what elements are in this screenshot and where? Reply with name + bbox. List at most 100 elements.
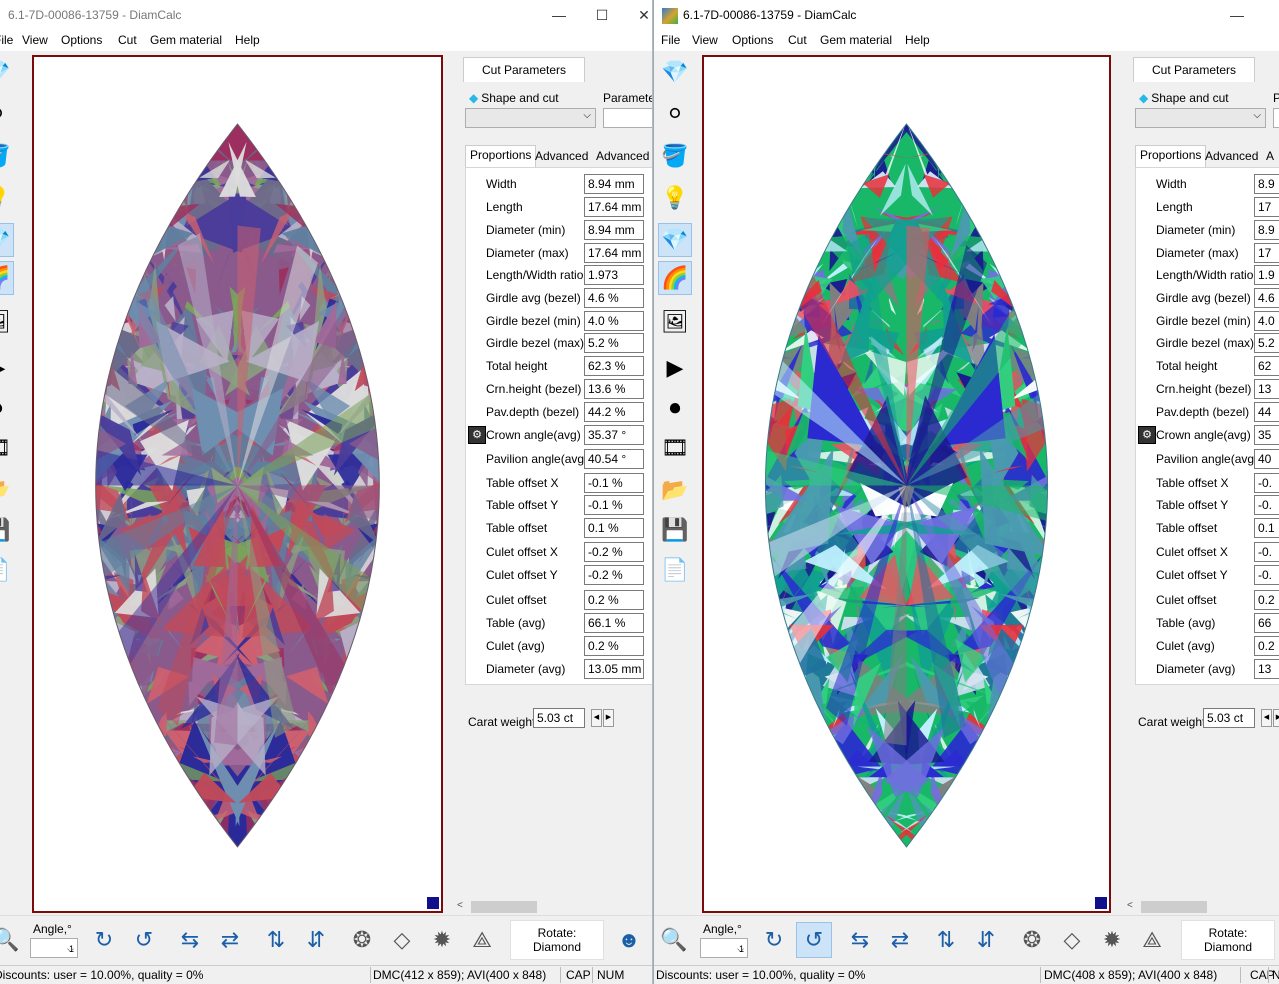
flip-h-icon[interactable]: ⇆: [172, 922, 208, 958]
proportion-value-field[interactable]: 17.64 mm: [584, 197, 644, 217]
proportion-value-field[interactable]: 4.0: [1254, 311, 1279, 331]
menu-cut[interactable]: Cut: [788, 33, 807, 47]
flip-v-icon[interactable]: ⇅: [258, 922, 294, 958]
proportion-value-field[interactable]: 17: [1254, 243, 1279, 263]
zoom-icon[interactable]: 🔍: [656, 922, 692, 958]
proportion-value-field[interactable]: 8.9: [1254, 220, 1279, 240]
minimize-icon[interactable]: —: [1224, 4, 1250, 26]
bottom-view-icon[interactable]: ✹: [424, 922, 460, 958]
tab-advanced[interactable]: Advanced: [1201, 147, 1262, 167]
diamond-view-icon[interactable]: 💎: [658, 55, 692, 89]
scroll-left-icon[interactable]: <: [457, 900, 463, 911]
rotate-mode-box[interactable]: Rotate: Diamond: [1181, 920, 1275, 960]
diamond-light-icon[interactable]: ⚪: [0, 97, 14, 131]
user-rotate-icon[interactable]: ☻: [611, 922, 647, 958]
angle-select[interactable]: 1 ⌵: [700, 938, 748, 958]
spectrum-icon[interactable]: 🌈: [658, 261, 692, 295]
angle-select[interactable]: 1 ⌵: [30, 938, 78, 958]
top-view-icon[interactable]: ❂: [1014, 922, 1050, 958]
proportion-value-field[interactable]: 66.1 %: [584, 613, 644, 633]
proportion-value-field[interactable]: 13: [1254, 379, 1279, 399]
pavilion-view-icon[interactable]: ⟁: [1134, 922, 1170, 958]
diamond-light-icon[interactable]: ⚪: [658, 97, 692, 131]
play-video-icon[interactable]: ▶: [0, 351, 14, 385]
scroll-thumb[interactable]: [471, 901, 537, 913]
carat-weight-field[interactable]: 5.03 ct: [533, 708, 585, 728]
diamond-color-icon[interactable]: 💎: [0, 223, 14, 257]
tab-proportions[interactable]: Proportions: [1135, 145, 1207, 167]
proportion-value-field[interactable]: 17: [1254, 197, 1279, 217]
parameter-field[interactable]: [1273, 108, 1279, 128]
play-video-icon[interactable]: ▶: [658, 351, 692, 385]
horizontal-scrollbar[interactable]: <: [453, 899, 652, 915]
diamond-photo-icon[interactable]: 🖼: [0, 305, 14, 339]
spin-right-icon[interactable]: ▶: [1273, 709, 1279, 727]
proportion-value-field[interactable]: 0.1: [1254, 518, 1279, 538]
proportion-value-field[interactable]: -0.: [1254, 495, 1279, 515]
proportion-value-field[interactable]: 0.2: [1254, 636, 1279, 656]
proportion-value-field[interactable]: -0.1 %: [584, 473, 644, 493]
proportion-value-field[interactable]: 13.6 %: [584, 379, 644, 399]
proportion-value-field[interactable]: 0.2 %: [584, 590, 644, 610]
proportion-value-field[interactable]: 1.973: [584, 265, 644, 285]
rotate-ccw-icon[interactable]: ↺: [126, 922, 162, 958]
proportion-value-field[interactable]: 13.05 mm: [584, 659, 644, 679]
zoom-icon[interactable]: 🔍: [0, 922, 24, 958]
proportion-value-field[interactable]: 35: [1254, 425, 1279, 445]
proportion-value-field[interactable]: -0.2 %: [584, 565, 644, 585]
shape-combo[interactable]: ⌵: [465, 108, 596, 128]
proportion-value-field[interactable]: 5.2: [1254, 333, 1279, 353]
menu-help[interactable]: Help: [235, 33, 260, 47]
proportion-value-field[interactable]: 62.3 %: [584, 356, 644, 376]
rotate-mode-box[interactable]: Rotate: Diamond: [510, 920, 604, 960]
menu-cut[interactable]: Cut: [118, 33, 137, 47]
side-view-icon[interactable]: ◇: [1054, 922, 1090, 958]
flip-v-icon[interactable]: ⇅: [928, 922, 964, 958]
proportion-value-field[interactable]: -0.: [1254, 473, 1279, 493]
maximize-icon[interactable]: ☐: [589, 4, 615, 26]
menu-options[interactable]: Options: [732, 33, 773, 47]
rotate-cw-icon[interactable]: ↻: [86, 922, 122, 958]
tab-proportions[interactable]: Proportions: [465, 145, 537, 167]
proportion-value-field[interactable]: 62: [1254, 356, 1279, 376]
diamond-color-icon[interactable]: 💎: [658, 223, 692, 257]
proportion-value-field[interactable]: -0.2 %: [584, 542, 644, 562]
proportion-value-field[interactable]: 8.94 mm: [584, 220, 644, 240]
spin-left-icon[interactable]: ◀: [1261, 709, 1272, 727]
proportion-value-field[interactable]: 1.9: [1254, 265, 1279, 285]
flip-v2-icon[interactable]: ⇵: [968, 922, 1004, 958]
pavilion-view-icon[interactable]: ⟁: [464, 922, 500, 958]
record-video-icon[interactable]: ⏺: [658, 391, 692, 425]
lock-parameter-icon[interactable]: ⚙: [468, 426, 486, 444]
rotate-ccw-icon[interactable]: ↺: [796, 922, 832, 958]
proportion-value-field[interactable]: -0.: [1254, 565, 1279, 585]
scroll-left-icon[interactable]: <: [1127, 900, 1133, 911]
shape-combo[interactable]: ⌵: [1135, 108, 1266, 128]
proportion-value-field[interactable]: 8.94 mm: [584, 174, 644, 194]
menu-file[interactable]: File: [0, 33, 13, 47]
proportion-value-field[interactable]: 8.9: [1254, 174, 1279, 194]
paint-bucket-icon[interactable]: 🪣: [0, 139, 14, 173]
lightbulb-icon[interactable]: 💡: [658, 181, 692, 215]
menu-gem-material[interactable]: Gem material: [820, 33, 892, 47]
proportion-value-field[interactable]: 17.64 mm: [584, 243, 644, 263]
diamond-view-icon[interactable]: 💎: [0, 55, 14, 89]
spin-left-icon[interactable]: ◀: [591, 709, 602, 727]
proportion-value-field[interactable]: 4.6 %: [584, 288, 644, 308]
parameter-field[interactable]: [603, 108, 652, 128]
tab-advanced[interactable]: Advanced: [531, 147, 592, 167]
save-disk-icon[interactable]: 💾: [658, 513, 692, 547]
proportion-value-field[interactable]: 13: [1254, 659, 1279, 679]
flip-v2-icon[interactable]: ⇵: [298, 922, 334, 958]
flip-h2-icon[interactable]: ⇄: [882, 922, 918, 958]
proportion-value-field[interactable]: 66: [1254, 613, 1279, 633]
proportion-value-field[interactable]: 40: [1254, 449, 1279, 469]
side-view-icon[interactable]: ◇: [384, 922, 420, 958]
proportion-value-field[interactable]: 0.1 %: [584, 518, 644, 538]
menu-view[interactable]: View: [22, 33, 48, 47]
tab-advanced-2[interactable]: Advanced: [592, 147, 652, 167]
bottom-view-icon[interactable]: ✹: [1094, 922, 1130, 958]
proportion-value-field[interactable]: 40.54 °: [584, 449, 644, 469]
menu-view[interactable]: View: [692, 33, 718, 47]
proportion-value-field[interactable]: -0.: [1254, 542, 1279, 562]
